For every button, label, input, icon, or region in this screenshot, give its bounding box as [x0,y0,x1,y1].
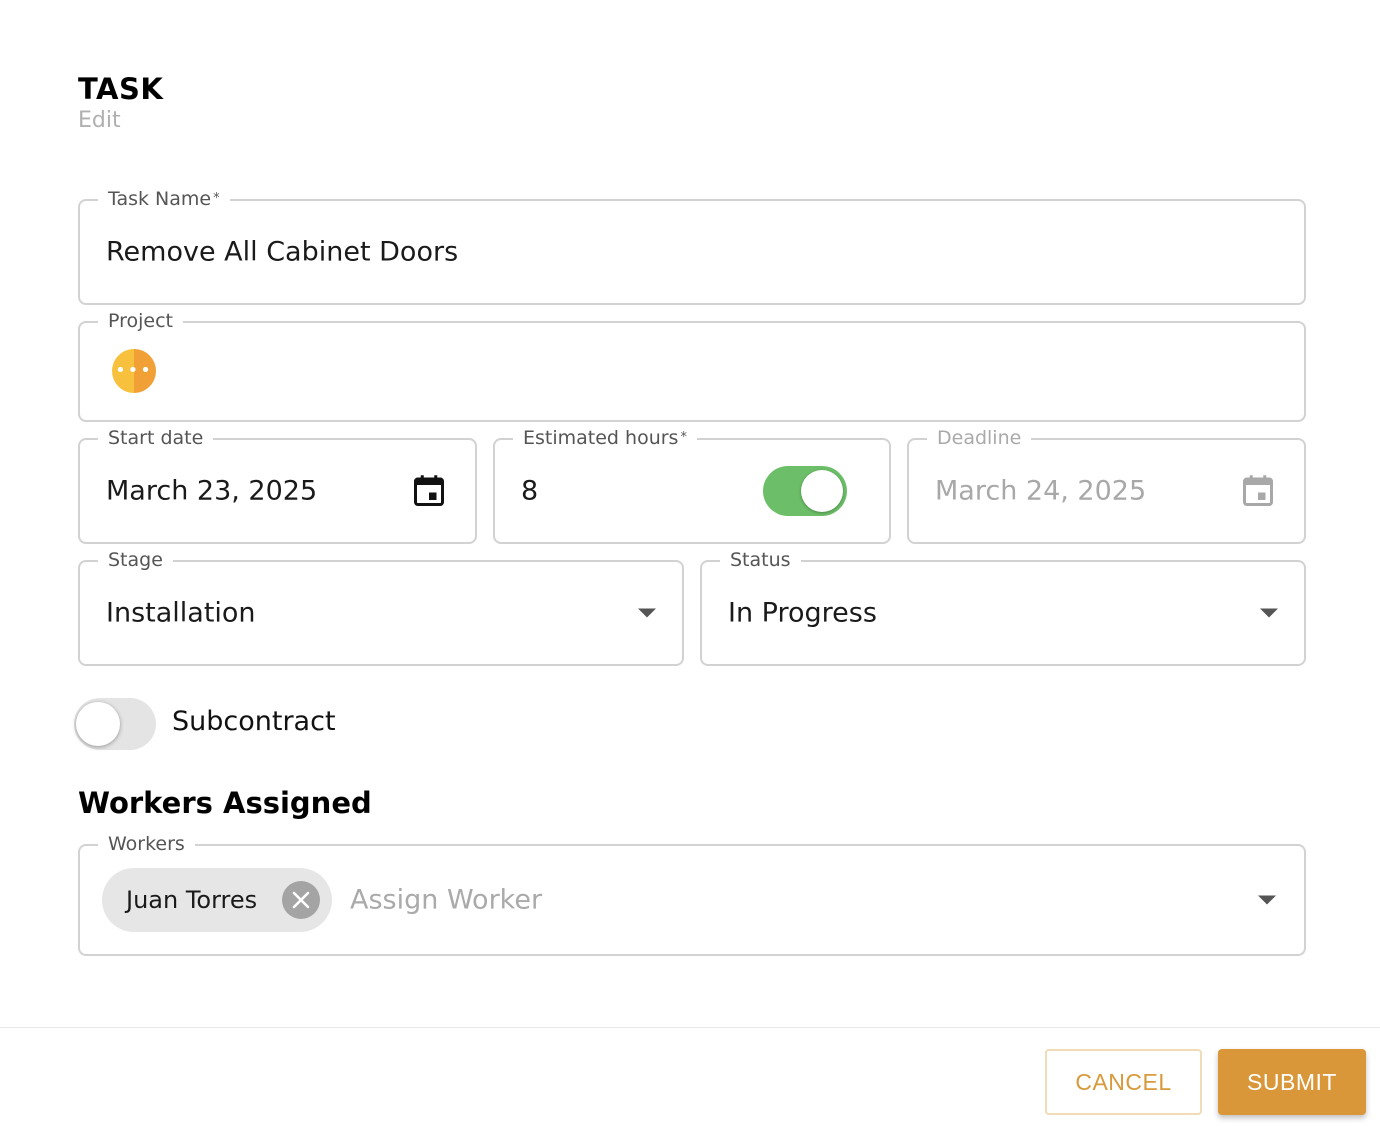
status-label: Status [720,547,801,573]
estimated-hours-label: Estimated hours * [513,425,697,451]
start-date-input[interactable]: March 23, 2025 [106,476,317,507]
deadline-label: Deadline [927,425,1032,451]
close-icon[interactable] [282,881,320,919]
task-name-field[interactable]: Task Name * Remove All Cabinet Doors [78,186,1306,305]
deadline-input: March 24, 2025 [935,475,1147,507]
stage-select[interactable]: Stage Installation [78,547,684,666]
workers-section-title: Workers Assigned [78,786,372,820]
calendar-icon [1243,475,1273,506]
worker-chip[interactable]: Juan Torres [102,868,332,932]
chevron-down-icon[interactable] [638,608,656,618]
header-subtitle: Edit [78,108,121,133]
start-date-field[interactable]: Start date March 23, 2025 [78,425,477,544]
subcontract-label: Subcontract [172,706,336,737]
project-avatar[interactable]: ••• [112,349,156,393]
estimated-hours-field[interactable]: Estimated hours * 8 [493,425,891,544]
worker-chip-label: Juan Torres [126,886,258,914]
project-field[interactable]: Project ••• [78,308,1306,422]
status-select[interactable]: Status In Progress [700,547,1306,666]
toggle-knob [76,702,120,746]
chevron-down-icon[interactable] [1258,895,1276,905]
estimated-hours-toggle[interactable] [763,466,847,516]
chevron-down-icon[interactable] [1260,608,1278,618]
stage-value: Installation [106,597,256,629]
task-name-input[interactable]: Remove All Cabinet Doors [106,237,458,268]
task-name-label: Task Name * [98,186,230,212]
calendar-icon[interactable] [411,473,447,509]
deadline-field: Deadline March 24, 2025 [907,425,1306,544]
start-date-label: Start date [98,425,214,451]
cancel-button[interactable]: CANCEL [1045,1049,1202,1115]
submit-button[interactable]: SUBMIT [1218,1049,1366,1115]
footer-divider [0,1027,1380,1028]
more-icon: ••• [115,360,153,381]
estimated-hours-input[interactable]: 8 [521,476,538,507]
toggle-knob [801,470,843,512]
subcontract-toggle[interactable] [74,698,156,750]
project-label: Project [98,308,184,334]
status-value: In Progress [728,597,877,629]
assign-worker-input[interactable]: Assign Worker [350,885,542,916]
workers-label: Workers [98,831,195,857]
stage-label: Stage [98,547,173,573]
header-title: TASK [78,72,164,106]
workers-select[interactable]: Workers Juan Torres Assign Worker [78,831,1306,956]
